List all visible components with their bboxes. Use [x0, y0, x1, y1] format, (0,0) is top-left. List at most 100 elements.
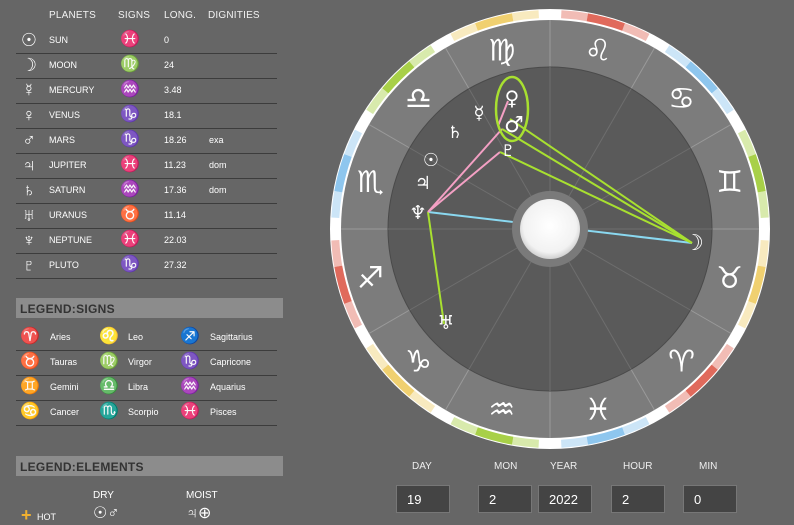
saturn-icon: ♄ [447, 123, 462, 143]
planet-name: SATURN [49, 185, 86, 195]
sign-glyph-icon: ♓ [585, 393, 612, 428]
sign-label: Aquarius [210, 382, 246, 392]
moist-label: MOIST [186, 490, 218, 501]
sign-glyph-icon: ♌ [585, 33, 612, 68]
year-value: 2022 [549, 492, 578, 507]
sign-glyph-icon: ♏ [357, 165, 384, 200]
planet-longitude: 11.14 [164, 210, 186, 220]
planet-longitude: 27.32 [164, 260, 187, 270]
sign-glyph-icon: ♉ [716, 261, 743, 296]
center-circle [520, 199, 580, 259]
planet-row-mercury: ☿ MERCURY ♒ 3.48 [16, 78, 277, 104]
planet-dignity: dom [209, 160, 227, 170]
planet-sign-icon: ♓ [120, 31, 140, 48]
label-mon: MON [494, 461, 518, 472]
sign-glyph-icon: ♊ [716, 165, 743, 200]
header-signs: SIGNS [118, 10, 151, 21]
sign-label: Tauras [50, 357, 78, 367]
zodiac-wheel: ♐ ♑ ♒ ♓ ♈ ♉ ♊ ♋ ♌ ♍ ♎ ♏ ☽ ♀ ☿ ♂ ♇ ♄ ☉♃ ♆ ♅ [330, 9, 770, 449]
label-hour: HOUR [623, 461, 653, 472]
sign-label: Capricone [210, 357, 252, 367]
planet-dignity: dom [209, 185, 227, 195]
planet-name: MOON [49, 60, 77, 70]
year-input[interactable]: 2022 [538, 485, 592, 513]
planet-sign-icon: ♍ [120, 56, 140, 73]
sign-legend-row: ♈ Aries ♌ Leo ♐ Sagittarius [16, 325, 277, 351]
planet-name: PLUTO [49, 260, 79, 270]
planet-longitude: 0 [164, 35, 170, 45]
planet-name: NEPTUNE [49, 235, 93, 245]
sign-label: Gemini [50, 382, 79, 392]
mars-icon: ♂ [504, 113, 524, 138]
planet-row-venus: ♀ VENUS ♑ 18.1 [16, 103, 277, 129]
planet-name: MARS [49, 135, 76, 145]
planet-row-neptune: ♆ NEPTUNE ♓ 22.03 [16, 228, 277, 254]
hot-dry-glyphs: ☉♂ [93, 505, 120, 522]
uranus-icon: ♅ [22, 205, 36, 225]
sign-legend-row: ♉ Tauras ♍ Virgor ♑ Capricone [16, 350, 277, 376]
hour-input[interactable]: 2 [611, 485, 665, 513]
planet-sign-icon: ♓ [120, 231, 140, 248]
sagittarius-icon: ♐ [180, 328, 200, 345]
neptune-icon: ♆ [409, 202, 426, 224]
planet-name: MERCURY [49, 85, 95, 95]
planet-row-saturn: ♄ SATURN ♒ 17.36 dom [16, 178, 277, 204]
planet-sign-icon: ♑ [120, 256, 140, 273]
planet-row-uranus: ♅ URANUS ♉ 11.14 [16, 203, 277, 229]
libra-icon: ♎ [99, 378, 119, 395]
planet-row-pluto: ♇ PLUTO ♑ 27.32 [16, 253, 277, 279]
planet-longitude: 22.03 [164, 235, 187, 245]
planet-name: SUN [49, 35, 69, 45]
planet-longitude: 24 [164, 60, 175, 70]
jupiter-icon: ♃ [415, 173, 431, 194]
mercury-icon: ☿ [22, 80, 36, 100]
planet-dignity: exa [209, 135, 224, 145]
venus-icon: ♀ [505, 86, 520, 110]
sign-label: Libra [128, 382, 149, 392]
planet-sign-icon: ♓ [120, 156, 140, 173]
gemini-icon: ♊ [20, 378, 40, 395]
min-input[interactable]: 0 [683, 485, 737, 513]
mon-input[interactable]: 2 [478, 485, 532, 513]
pluto-icon: ♇ [501, 141, 515, 160]
planet-longitude: 3.48 [164, 85, 182, 95]
sign-label: Pisces [210, 407, 237, 417]
uranus-icon: ♅ [437, 312, 454, 334]
venus-icon: ♀ [22, 105, 36, 125]
legend-elements-title: LEGEND:ELEMENTS [20, 460, 144, 474]
moon-icon: ☽ [684, 231, 704, 256]
label-year: YEAR [550, 461, 578, 472]
leo-icon: ♌ [99, 328, 119, 345]
saturn-icon: ♄ [22, 180, 36, 200]
sign-glyph-icon: ♍ [488, 33, 515, 68]
capricone-icon: ♑ [180, 353, 200, 370]
header-planets: PLANETS [49, 10, 96, 21]
sign-glyph-icon: ♑ [405, 345, 432, 380]
sign-glyph-icon: ♐ [357, 261, 384, 296]
sign-glyph-icon: ♒ [488, 393, 515, 428]
sign-label: Aries [50, 332, 71, 342]
planet-row-moon: ☽ MOON ♍ 24 [16, 53, 277, 79]
day-value: 19 [407, 492, 422, 507]
dry-label: DRY [93, 490, 114, 501]
planet-sign-icon: ♒ [120, 81, 140, 98]
mon-value: 2 [489, 492, 497, 507]
planet-name: URANUS [49, 210, 88, 220]
planet-longitude: 18.26 [164, 135, 187, 145]
label-day: DAY [412, 461, 432, 472]
neptune-icon: ♆ [22, 230, 36, 250]
planet-longitude: 11.23 [164, 160, 186, 170]
legend-signs-title: LEGEND:SIGNS [20, 302, 115, 316]
pluto-icon: ♇ [22, 255, 36, 275]
planet-row-mars: ♂ MARS ♑ 18.26 exa [16, 128, 277, 154]
moon-icon: ☽ [20, 55, 38, 75]
planet-sign-icon: ♉ [120, 206, 140, 223]
planet-name: JUPITER [49, 160, 87, 170]
virgor-icon: ♍ [99, 353, 119, 370]
cancer-icon: ♋ [20, 403, 40, 420]
sign-glyph-icon: ♋ [668, 81, 695, 116]
header-long: LONG. [164, 10, 197, 21]
sign-label: Sagittarius [210, 332, 253, 342]
day-input[interactable]: 19 [396, 485, 450, 513]
planet-longitude: 18.1 [164, 110, 182, 120]
